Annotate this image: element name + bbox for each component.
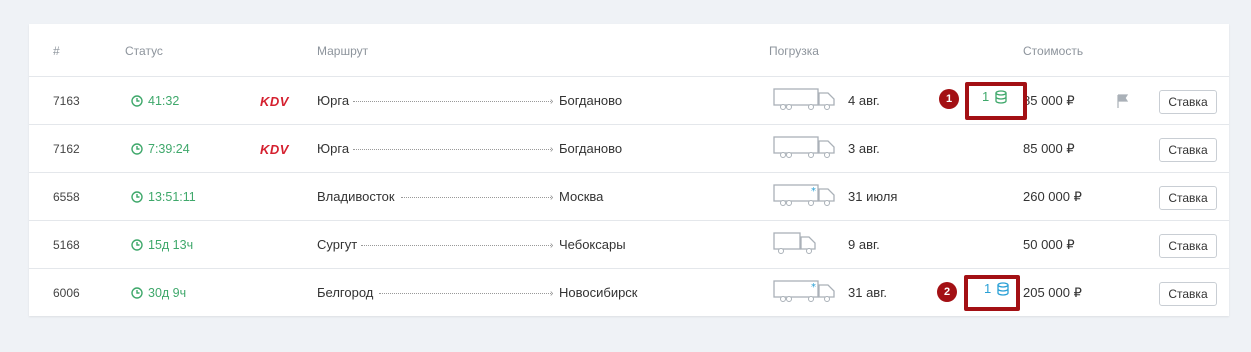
truck-icon [773, 88, 835, 110]
route-to: Москва [559, 189, 604, 204]
loading-date: 31 июля [848, 189, 898, 204]
header-status: Статус [125, 44, 163, 58]
route-line [379, 293, 551, 294]
route-arrow-icon: › [550, 144, 554, 155]
route-from: Владивосток [317, 189, 395, 204]
route-to: Богданово [559, 141, 623, 156]
annotation-box-2 [964, 275, 1020, 311]
price: 205 000 ₽ [1023, 285, 1082, 300]
timer: 15д 13ч [131, 237, 193, 253]
route-to: Богданово [559, 93, 623, 108]
orders-table: # Статус Маршрут Погрузка Стоимость 7163… [29, 24, 1229, 316]
table-header: # Статус Маршрут Погрузка Стоимость [29, 24, 1229, 77]
route-arrow-icon: › [550, 240, 554, 251]
loading-date: 31 авг. [848, 285, 887, 300]
order-number: 7162 [53, 142, 80, 156]
clock-icon [131, 143, 143, 155]
order-number: 5168 [53, 238, 80, 252]
clock-icon [131, 239, 143, 251]
timer-value: 15д 13ч [148, 238, 194, 252]
route-from: Сургут [317, 237, 358, 252]
price: 50 000 ₽ [1023, 237, 1075, 252]
bid-button[interactable]: Ставка [1159, 234, 1217, 258]
route-to: Новосибирск [559, 285, 638, 300]
timer-value: 41:32 [148, 94, 180, 108]
header-route: Маршрут [317, 44, 369, 58]
route-arrow-icon: › [550, 288, 554, 299]
annotation-badge-2: 2 [937, 282, 957, 302]
order-number: 7163 [53, 94, 80, 108]
route-line [353, 149, 551, 150]
svg-text:*: * [811, 186, 816, 197]
flag-icon[interactable] [1117, 94, 1129, 108]
bid-button[interactable]: Ставка [1159, 186, 1217, 210]
route-line [401, 197, 551, 198]
timer: 13:51:11 [131, 189, 196, 205]
order-number: 6558 [53, 190, 80, 204]
table-row[interactable]: 5168 15д 13ч Сургут › Чебоксары 9 авг. 5… [29, 221, 1229, 269]
truck-icon [773, 136, 835, 158]
loading-date: 4 авг. [848, 93, 880, 108]
company-logo: KDV [260, 142, 289, 157]
route-to: Чебоксары [559, 237, 626, 252]
table-row[interactable]: 7162 7:39:24 KDV Юрга › Богданово 3 авг.… [29, 125, 1229, 173]
bid-button[interactable]: Ставка [1159, 90, 1217, 114]
annotation-badge-1: 1 [939, 89, 959, 109]
annotation-box-1 [965, 82, 1027, 120]
price: 85 000 ₽ [1023, 141, 1075, 156]
route-from: Юрга [317, 141, 350, 156]
header-loading: Погрузка [769, 44, 819, 58]
small-truck-icon [773, 232, 816, 254]
clock-icon [131, 191, 143, 203]
route-arrow-icon: › [550, 192, 554, 203]
order-number: 6006 [53, 286, 80, 300]
timer: 30д 9ч [131, 285, 186, 301]
loading-date: 3 авг. [848, 141, 880, 156]
header-num: # [53, 44, 60, 58]
header-cost: Стоимость [1023, 44, 1084, 58]
company-logo: KDV [260, 94, 289, 109]
price: 260 000 ₽ [1023, 189, 1082, 204]
timer-value: 7:39:24 [148, 142, 190, 156]
timer: 7:39:24 [131, 141, 190, 157]
timer-value: 30д 9ч [148, 286, 187, 300]
route-line [353, 101, 551, 102]
timer-value: 13:51:11 [148, 190, 196, 204]
refrigerator-truck-icon: * [773, 184, 835, 206]
route-from: Белгород [317, 285, 374, 300]
route-from: Юрга [317, 93, 350, 108]
loading-date: 9 авг. [848, 237, 880, 252]
price: 85 000 ₽ [1023, 93, 1075, 108]
table-row[interactable]: 6006 30д 9ч Белгород › Новосибирск * 31 … [29, 269, 1229, 317]
bid-button[interactable]: Ставка [1159, 282, 1217, 306]
clock-icon [131, 287, 143, 299]
table-row[interactable]: 6558 13:51:11 Владивосток › Москва * 31 … [29, 173, 1229, 221]
route-arrow-icon: › [550, 96, 554, 107]
bid-button[interactable]: Ставка [1159, 138, 1217, 162]
table-row[interactable]: 7163 41:32 KDV Юрга › Богданово 4 авг. 1… [29, 77, 1229, 125]
route-line [361, 245, 551, 246]
clock-icon [131, 95, 143, 107]
refrigerator-truck-icon: * [773, 280, 835, 302]
timer: 41:32 [131, 93, 179, 109]
svg-text:*: * [811, 282, 816, 293]
